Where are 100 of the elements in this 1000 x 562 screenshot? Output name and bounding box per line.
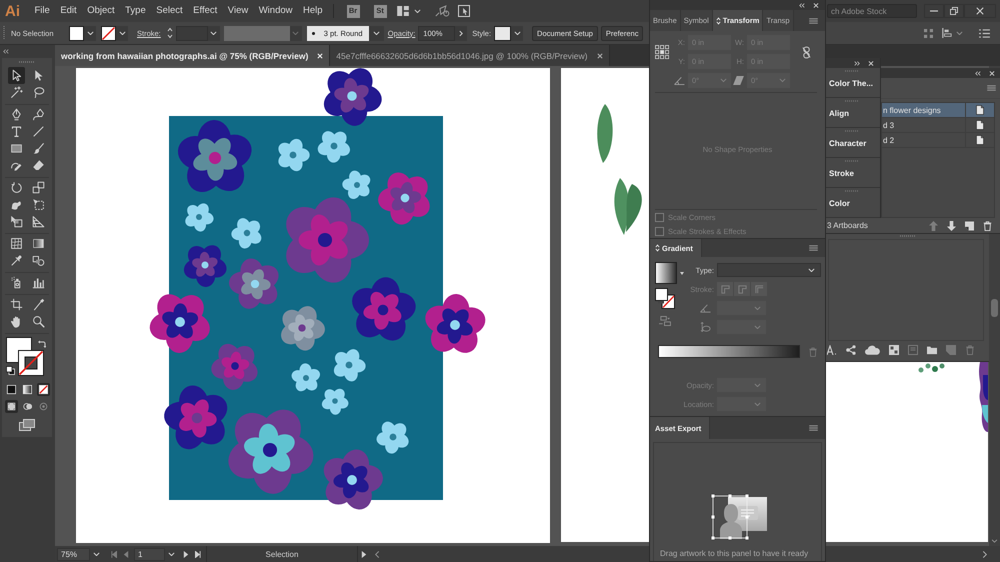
blade-icon[interactable] (32, 298, 44, 311)
caret-icon[interactable] (956, 30, 963, 36)
type-icon[interactable] (10, 125, 22, 138)
align-icon[interactable] (942, 28, 952, 38)
free-transform-icon[interactable] (32, 198, 44, 211)
default-colors-icon[interactable] (6, 366, 15, 375)
cloud-icon[interactable] (865, 344, 880, 354)
updown-icon[interactable] (655, 244, 660, 252)
list-icon[interactable] (979, 28, 990, 38)
new-artboard-icon[interactable] (965, 220, 974, 230)
menu-item[interactable]: Edit (56, 4, 82, 18)
share-icon[interactable] (846, 344, 856, 354)
gradient-ramp[interactable] (658, 345, 800, 358)
bar-chart-icon[interactable] (32, 276, 44, 289)
eraser-icon[interactable] (32, 159, 44, 172)
artboard-row[interactable]: d 2 (882, 133, 994, 148)
folder-icon[interactable] (927, 344, 937, 354)
play-icon[interactable] (361, 550, 367, 558)
pen-icon[interactable] (10, 108, 22, 121)
artboard-field[interactable]: 1 (134, 548, 165, 560)
stroke-weight-menu-button[interactable] (208, 26, 220, 40)
stroke-menu-button[interactable] (116, 26, 128, 40)
close-icon[interactable] (813, 2, 819, 8)
paintbrush-icon[interactable] (32, 142, 44, 155)
menu-icon[interactable] (809, 18, 818, 24)
menu-item[interactable]: Object (82, 4, 120, 18)
mesh-icon[interactable] (10, 237, 22, 250)
menu-item[interactable]: Help (298, 4, 328, 18)
minimize-button[interactable] (924, 4, 944, 18)
stroke-swatch[interactable] (18, 350, 44, 376)
shape-builder-icon[interactable] (10, 215, 22, 228)
menu-item[interactable]: View (223, 4, 253, 18)
swap-icon[interactable] (38, 340, 46, 348)
fill-swatch[interactable] (69, 26, 84, 40)
collapse-icon[interactable] (799, 2, 805, 8)
gradient-swatch[interactable] (655, 262, 677, 284)
opacity-expand-button[interactable] (455, 26, 468, 40)
zoom-field[interactable]: 75% (57, 548, 90, 560)
close-button[interactable] (964, 4, 996, 18)
brush-menu-button[interactable] (368, 26, 384, 40)
none-icon[interactable] (36, 383, 50, 396)
fill-stroke-icon[interactable] (655, 288, 675, 309)
touch-window-icon[interactable] (458, 5, 470, 17)
menu-item[interactable]: Type (120, 4, 150, 18)
link-icon[interactable] (802, 46, 810, 58)
drop-area[interactable]: Drag artwork to this panel to have it ready (653, 442, 822, 561)
draw-normal-icon[interactable] (4, 400, 18, 413)
text-style-icon[interactable] (827, 344, 837, 354)
artboard-icon[interactable] (976, 105, 984, 115)
artboard-icon[interactable] (976, 135, 984, 145)
panel-button[interactable]: Color The... (826, 68, 880, 98)
artboard-icon[interactable] (976, 120, 984, 130)
stepper-icon[interactable] (166, 27, 173, 39)
status-field[interactable]: Selection (206, 546, 358, 562)
gradient-mode-icon[interactable] (20, 383, 34, 396)
close-icon[interactable] (989, 70, 995, 76)
updown-icon[interactable] (716, 16, 721, 24)
stroke-swatch[interactable] (101, 26, 116, 40)
rocket-icon[interactable] (434, 5, 450, 17)
next-icon[interactable] (183, 550, 189, 558)
artboard-row[interactable]: n flower designs (882, 103, 994, 118)
magic-wand-icon[interactable] (10, 86, 22, 99)
scroll-left-icon[interactable] (374, 550, 380, 558)
hand-icon[interactable] (10, 315, 22, 328)
document-tab[interactable]: 45e7cfffe66632605d6d6b1bb56d1046.jpg @ 100% (RGB/Preview) (330, 45, 610, 66)
arrow-down-icon[interactable] (947, 220, 956, 230)
last-artboard-icon[interactable] (195, 550, 201, 558)
style-swatch[interactable] (494, 26, 512, 40)
expand-icon[interactable] (854, 60, 860, 66)
menu-icon[interactable] (809, 425, 818, 431)
line-icon[interactable] (32, 125, 44, 138)
draw-behind-icon[interactable] (20, 400, 34, 413)
panel-button[interactable]: Character (826, 128, 880, 158)
rectangle-icon[interactable] (10, 142, 22, 155)
reference-point-icon[interactable] (655, 45, 669, 59)
dots-grid-icon[interactable] (924, 28, 933, 38)
menu-icon[interactable] (809, 245, 818, 251)
menu-item[interactable]: File (30, 4, 54, 18)
lasso-icon[interactable] (32, 86, 44, 99)
artboard-row[interactable]: d 3 (882, 118, 994, 133)
rotate-icon[interactable] (10, 181, 22, 194)
menu-item[interactable]: Window (254, 4, 298, 18)
zoom-icon[interactable] (32, 315, 44, 328)
width-profile-field[interactable] (224, 26, 290, 40)
menu-item[interactable]: Select (152, 4, 188, 18)
caret-icon[interactable] (680, 272, 684, 274)
crop-marks-icon[interactable] (10, 298, 22, 311)
scroll-down-icon[interactable] (991, 539, 998, 543)
eyedropper-icon[interactable] (10, 254, 22, 267)
layout-icon[interactable] (396, 6, 409, 16)
close-icon[interactable] (596, 52, 603, 58)
panel-button[interactable]: Stroke (826, 158, 880, 188)
menu-icon[interactable] (987, 85, 996, 91)
grid-icon[interactable] (889, 344, 899, 354)
gradient-icon[interactable] (32, 237, 44, 250)
scale-icon[interactable] (32, 181, 44, 194)
fill-menu-button[interactable] (84, 26, 96, 40)
document-tab[interactable]: working from hawaiian photographs.ai @ 75% (RGB/Preview) (55, 45, 330, 66)
perspective-grid-icon[interactable] (32, 215, 44, 228)
curved-pen-icon[interactable] (32, 108, 44, 121)
